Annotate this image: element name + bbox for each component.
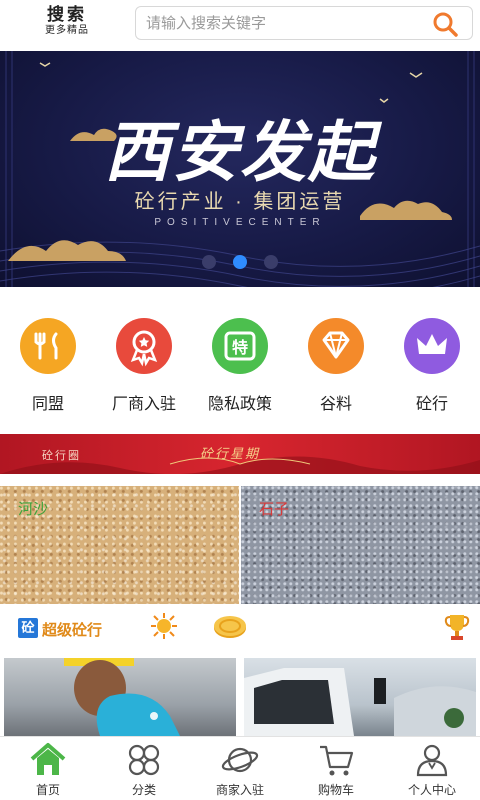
section-title: 超级砼行 — [42, 622, 103, 639]
sun-icon — [151, 613, 177, 639]
logo[interactable]: 搜索 更多精品 — [30, 5, 104, 37]
nav-cart[interactable]: 购物车 — [288, 737, 384, 800]
product-photo-worker[interactable] — [4, 658, 236, 736]
hero-banner[interactable]: 西安发起 砼行产业 · 集团运营 POSITIVECENTER — [0, 51, 480, 287]
svg-text:特: 特 — [232, 338, 248, 357]
category-tonghang[interactable]: 砼行 — [384, 318, 480, 418]
nav-home[interactable]: 首页 — [0, 737, 96, 800]
material-sand-card[interactable]: 河沙 — [0, 486, 239, 604]
promo-small-text: 砼行圈 — [42, 450, 81, 462]
planet-icon — [221, 747, 259, 773]
category-changshang[interactable]: 厂商入驻 — [96, 318, 192, 418]
category-tongmeng[interactable]: 同盟 — [0, 318, 96, 418]
cart-icon — [320, 745, 354, 776]
product-photo-truck[interactable] — [244, 658, 476, 736]
logo-title: 搜索 — [47, 5, 87, 25]
banner-title: 西安发起 — [104, 114, 376, 191]
category-label: 隐私政策 — [207, 396, 272, 413]
category-label: 厂商入驻 — [111, 396, 176, 413]
nav-merchant[interactable]: 商家入驻 — [192, 737, 288, 800]
category-guliao[interactable]: 谷料 — [288, 318, 384, 418]
worker-illustration — [64, 658, 180, 736]
promo-center-text: 砼行星期 — [200, 446, 261, 461]
section-header: 砼 超级砼行 — [0, 606, 480, 650]
carousel-dot[interactable] — [202, 255, 216, 269]
nav-label: 购物车 — [317, 783, 354, 797]
carousel-dots — [200, 253, 280, 269]
bottom-nav: 首页 分类 商家入驻 购物车 个人中心 — [0, 736, 480, 800]
truck-illustration — [244, 668, 476, 736]
trophy-icon — [444, 615, 470, 640]
award-ribbon-icon — [116, 318, 172, 374]
logo-subtitle: 更多精品 — [45, 25, 89, 36]
nav-label: 商家入驻 — [215, 783, 264, 797]
category-label: 砼行 — [415, 396, 448, 413]
fork-knife-icon — [20, 318, 76, 374]
user-icon — [416, 744, 448, 777]
nav-label: 个人中心 — [407, 783, 456, 797]
nav-label: 首页 — [35, 783, 60, 797]
banner-tagline: POSITIVECENTER — [154, 217, 326, 228]
category-grid: 同盟 厂商入驻 特 隐私政策 谷料 砼行 — [0, 300, 480, 420]
category-yinsi[interactable]: 特 隐私政策 — [192, 318, 288, 418]
material-label: 河沙 — [18, 501, 49, 518]
coin-icon — [214, 616, 246, 638]
category-icon — [128, 744, 160, 776]
crown-icon — [404, 318, 460, 374]
diamond-icon — [308, 318, 364, 374]
section-badge: 砼 — [18, 618, 38, 638]
search-input[interactable] — [146, 11, 416, 35]
special-tag-icon: 特 — [212, 318, 268, 374]
nav-profile[interactable]: 个人中心 — [384, 737, 480, 800]
search-icon[interactable] — [432, 11, 458, 37]
home-icon — [30, 743, 66, 775]
category-label: 同盟 — [31, 396, 64, 413]
carousel-dot-active[interactable] — [233, 255, 247, 269]
carousel-dot[interactable] — [264, 255, 278, 269]
banner-subtitle: 砼行产业 · 集团运营 — [134, 191, 346, 213]
nav-label: 分类 — [131, 783, 156, 797]
material-gravel-card[interactable]: 石子 — [241, 486, 480, 604]
nav-category[interactable]: 分类 — [96, 737, 192, 800]
promo-strip[interactable]: 砼行圈 砼行星期 — [0, 434, 480, 474]
material-label: 石子 — [259, 501, 290, 518]
category-label: 谷料 — [319, 396, 352, 413]
top-header: 搜索 更多精品 — [0, 0, 480, 48]
search-bar — [135, 6, 473, 40]
